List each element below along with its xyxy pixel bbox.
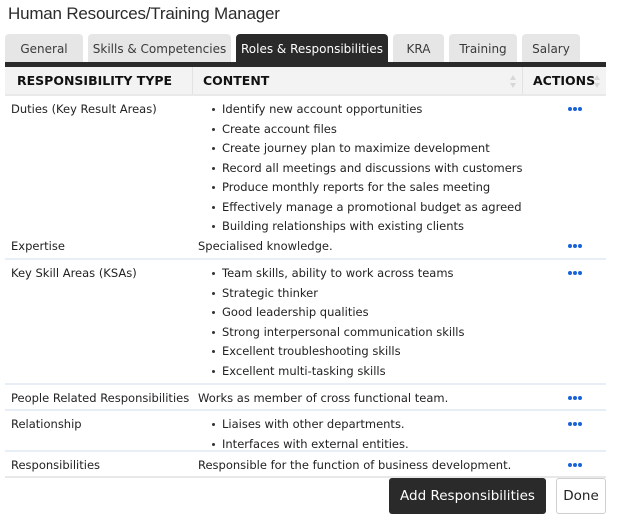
- table-header: RESPONSIBILITY TYPE CONTENT ACTIONS: [5, 67, 606, 96]
- list-item: Team skills, ability to work across team…: [211, 266, 606, 286]
- table-row: Duties (Key Result Areas) Identify new a…: [5, 96, 606, 236]
- list-item: Excellent troubleshooting skills: [211, 344, 606, 364]
- responsibility-content: Responsible for the function of business…: [198, 458, 512, 472]
- list-item: Strategic thinker: [211, 286, 606, 306]
- responsibility-type: Key Skill Areas (KSAs): [11, 266, 137, 280]
- responsibility-content: Liaises with other departments. Interfac…: [198, 411, 606, 457]
- list-item: Identify new account opportunities: [211, 102, 606, 122]
- tab-skills-competencies[interactable]: Skills & Competencies: [88, 34, 231, 63]
- table-row: Responsibilities Responsible for the fun…: [5, 452, 606, 478]
- content-list: Identify new account opportunities Creat…: [198, 102, 606, 240]
- responsibility-content: Works as member of cross functional team…: [198, 391, 449, 405]
- table-row: Expertise Specialised knowledge.: [5, 236, 606, 260]
- responsibility-type: People Related Responsibilities: [11, 391, 190, 405]
- more-horizontal-icon[interactable]: [568, 421, 584, 427]
- responsibility-content: Identify new account opportunities Creat…: [198, 96, 606, 240]
- table-row: Key Skill Areas (KSAs) Team skills, abil…: [5, 260, 606, 385]
- more-horizontal-icon[interactable]: [568, 270, 584, 276]
- tab-kra[interactable]: KRA: [393, 34, 444, 63]
- responsibility-content: Team skills, ability to work across team…: [198, 260, 606, 384]
- column-header-content[interactable]: CONTENT: [193, 67, 523, 94]
- table-row: People Related Responsibilities Works as…: [5, 385, 606, 411]
- column-header-actions[interactable]: ACTIONS: [523, 67, 606, 94]
- window-title: Human Resources/Training Manager: [8, 4, 280, 23]
- list-item: Create journey plan to maximize developm…: [211, 141, 606, 161]
- list-item: Strong interpersonal communication skill…: [211, 325, 606, 345]
- tab-general[interactable]: General: [5, 34, 83, 63]
- responsibility-type: Relationship: [11, 417, 82, 431]
- responsibility-type: Responsibilities: [11, 458, 101, 472]
- responsibility-content: Specialised knowledge.: [198, 239, 333, 253]
- column-header-content-label: CONTENT: [203, 73, 270, 88]
- more-horizontal-icon[interactable]: [568, 106, 584, 112]
- tab-training[interactable]: Training: [449, 34, 517, 63]
- add-responsibilities-button[interactable]: Add Responsibilities: [389, 478, 546, 514]
- responsibility-type: Expertise: [11, 239, 65, 253]
- column-header-type[interactable]: RESPONSIBILITY TYPE: [5, 67, 193, 94]
- list-item: Create account files: [211, 122, 606, 142]
- list-item: Good leadership qualities: [211, 305, 606, 325]
- list-item: Produce monthly reports for the sales me…: [211, 180, 606, 200]
- column-header-type-label: RESPONSIBILITY TYPE: [17, 73, 173, 88]
- list-item: Liaises with other departments.: [211, 417, 606, 437]
- content-list: Team skills, ability to work across team…: [198, 266, 606, 384]
- responsibilities-table: RESPONSIBILITY TYPE CONTENT ACTIONS Duti…: [5, 67, 606, 478]
- content-list: Liaises with other departments. Interfac…: [198, 417, 606, 457]
- tab-salary[interactable]: Salary: [522, 34, 580, 63]
- responsibility-type: Duties (Key Result Areas): [11, 102, 157, 116]
- list-item: Excellent multi-tasking skills: [211, 364, 606, 384]
- tab-roles-responsibilities[interactable]: Roles & Responsibilities: [236, 34, 388, 63]
- column-header-actions-label: ACTIONS: [533, 73, 596, 88]
- list-item: Record all meetings and discussions with…: [211, 161, 606, 181]
- more-horizontal-icon[interactable]: [568, 243, 584, 249]
- sort-icon[interactable]: [594, 75, 601, 88]
- table-row: Relationship Liaises with other departme…: [5, 411, 606, 452]
- list-item: Effectively manage a promotional budget …: [211, 200, 606, 220]
- more-horizontal-icon[interactable]: [568, 462, 584, 468]
- sort-icon[interactable]: [510, 75, 517, 88]
- done-button[interactable]: Done: [556, 478, 606, 514]
- more-horizontal-icon[interactable]: [568, 395, 584, 401]
- tab-bar: General Skills & Competencies Roles & Re…: [5, 34, 585, 63]
